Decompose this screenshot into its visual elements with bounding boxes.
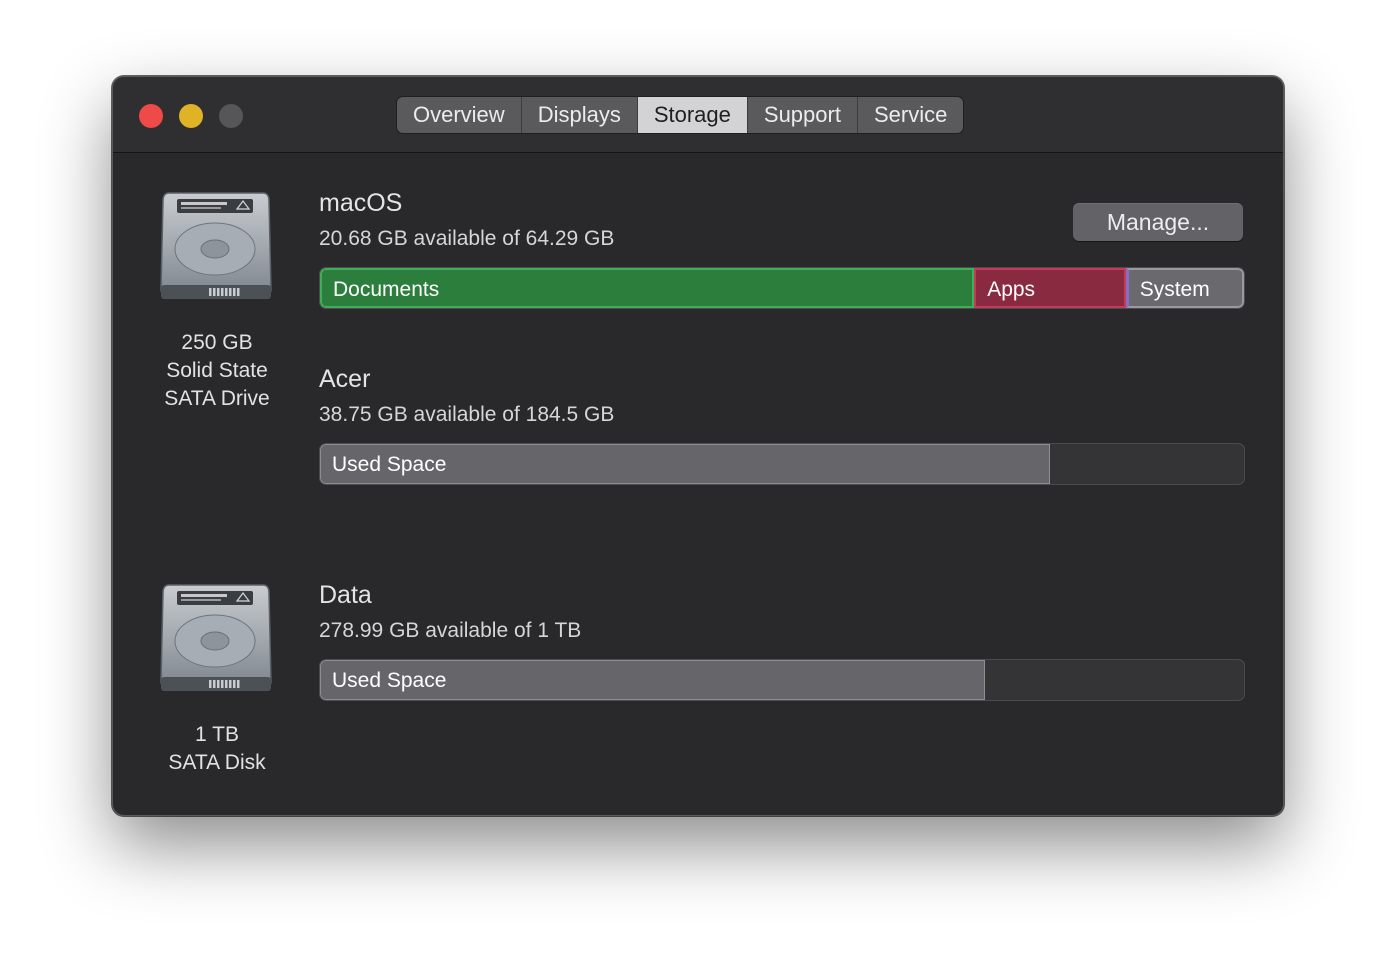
drive-1-type: Solid State (166, 359, 268, 382)
tab-displays[interactable]: Displays (522, 97, 638, 133)
segment-used-space[interactable]: Used Space (320, 444, 1050, 484)
title-bar: Overview Displays Storage Support Servic… (113, 77, 1283, 153)
storage-bar-macos: Documents Apps System (319, 267, 1245, 309)
segment-used-space[interactable]: Used Space (320, 660, 986, 700)
tab-bar: Overview Displays Storage Support Servic… (397, 97, 964, 133)
about-this-mac-window: Overview Displays Storage Support Servic… (112, 76, 1284, 816)
volume-name-acer: Acer (319, 365, 371, 393)
segment-system[interactable]: System (1125, 268, 1244, 308)
hard-drive-icon (160, 192, 272, 299)
tab-service[interactable]: Service (858, 97, 963, 133)
drive-caption-2: 1 TB SATA Disk (127, 721, 307, 777)
tab-storage[interactable]: Storage (637, 97, 748, 133)
drive-1-capacity: 250 GB (181, 331, 253, 354)
volume-available-macos: 20.68 GB available of 64.29 GB (319, 227, 615, 250)
storage-bar-acer: Used Space (319, 443, 1245, 485)
volume-name-macos: macOS (319, 189, 403, 217)
segment-apps[interactable]: Apps (974, 268, 1126, 308)
hard-drive-icon (160, 584, 272, 691)
storage-bar-data: Used Space (319, 659, 1245, 701)
tab-overview[interactable]: Overview (397, 97, 522, 133)
drive-2-capacity: 1 TB (195, 723, 239, 746)
zoom-button (219, 104, 243, 128)
volume-available-acer: 38.75 GB available of 184.5 GB (319, 403, 615, 426)
drive-2-type: SATA Disk (168, 751, 266, 774)
drive-caption-1: 250 GB Solid State SATA Drive (127, 329, 307, 413)
volume-name-data: Data (319, 581, 372, 609)
volume-available-data: 278.99 GB available of 1 TB (319, 619, 582, 642)
minimize-button[interactable] (179, 104, 203, 128)
drive-1-interface: SATA Drive (164, 387, 270, 410)
tab-support[interactable]: Support (748, 97, 858, 133)
manage-button[interactable]: Manage... (1073, 203, 1243, 241)
segment-documents[interactable]: Documents (320, 268, 975, 308)
close-button[interactable] (139, 104, 163, 128)
